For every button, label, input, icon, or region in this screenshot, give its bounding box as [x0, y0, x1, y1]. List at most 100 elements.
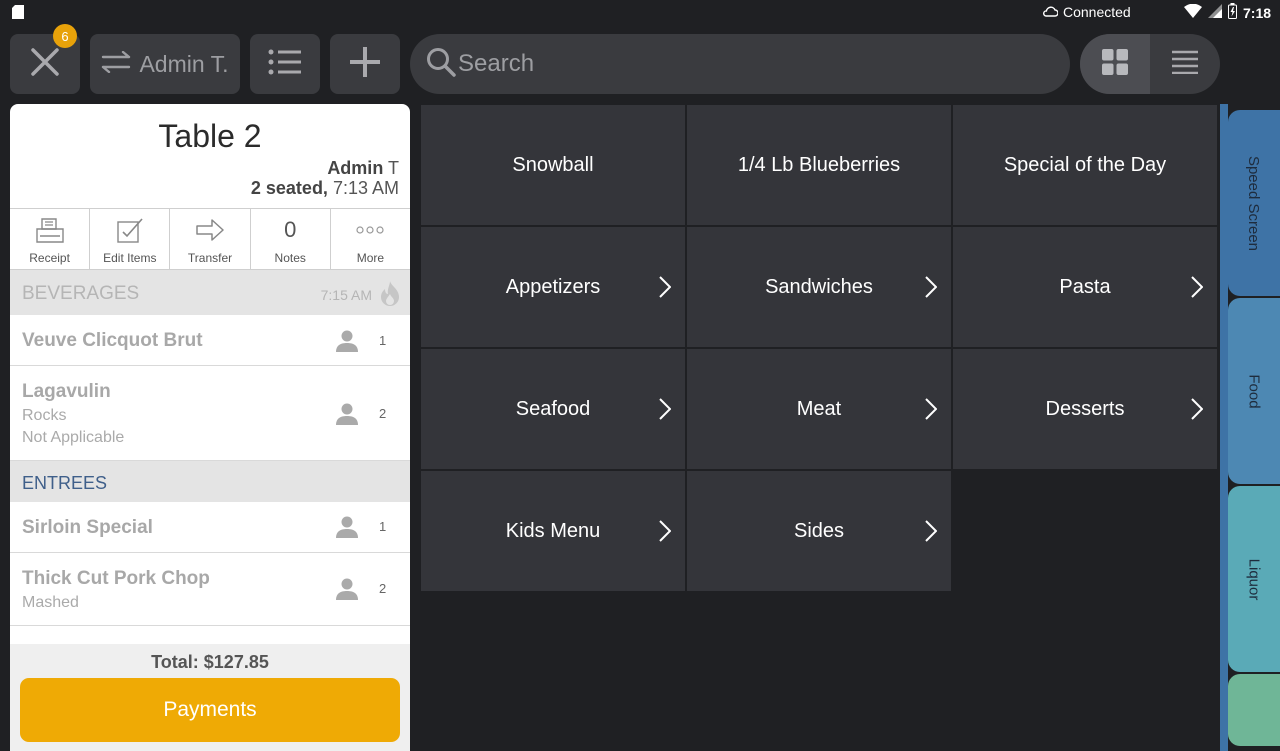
switch-user-button[interactable]: Admin T.	[90, 34, 240, 94]
edit-items-button[interactable]: Edit Items	[90, 209, 171, 269]
order-footer: Total: $127.85 Payments	[10, 644, 410, 751]
person-icon	[335, 578, 359, 605]
list-icon	[268, 49, 302, 80]
receipt-button[interactable]: Receipt	[10, 209, 91, 269]
more-button[interactable]: More	[331, 209, 410, 269]
cloud-icon	[1042, 4, 1059, 20]
order-item[interactable]: Sirloin Special 1	[10, 502, 410, 553]
tab-label: Food	[1245, 373, 1263, 409]
search-input[interactable]	[458, 50, 1038, 78]
plus-icon	[349, 46, 381, 83]
menu-tile-desserts[interactable]: Desserts	[953, 349, 1217, 469]
order-list-button[interactable]	[250, 34, 320, 94]
seated-info: 2 seated, 7:13 AM	[251, 178, 399, 199]
chevron-right-icon	[659, 520, 672, 548]
tab-liquor[interactable]: Liquor	[1228, 486, 1280, 672]
connection-label: Connected	[1063, 4, 1131, 20]
status-bar: Connected 7:18	[0, 0, 1280, 24]
tab-strip	[1220, 104, 1228, 751]
list-lines-icon	[1172, 50, 1198, 79]
chevron-right-icon	[659, 398, 672, 426]
tab-label: Liquor	[1245, 558, 1263, 600]
view-toggle	[1080, 34, 1220, 94]
payments-button[interactable]: Payments	[20, 678, 400, 742]
tile-label: Special of the Day	[1003, 153, 1167, 176]
menu-tile-meat[interactable]: Meat	[687, 349, 951, 469]
server-name: Admin T	[327, 158, 399, 179]
tile-label: 1/4 Lb Blueberries	[737, 153, 901, 176]
tab-extra[interactable]	[1228, 674, 1280, 746]
seated-count: 2 seated,	[250, 178, 328, 198]
section-header-beverages[interactable]: BEVERAGES 7:15 AM	[10, 270, 410, 315]
search-bar[interactable]	[410, 34, 1070, 94]
order-item[interactable]: Veuve Clicquot Brut 1	[10, 315, 410, 366]
system-tray: 7:18	[1184, 3, 1271, 22]
grid-icon	[1102, 48, 1128, 80]
chevron-right-icon	[659, 276, 672, 304]
tile-label: Sandwiches	[765, 275, 873, 298]
open-orders-badge: 6	[53, 24, 77, 48]
order-panel: Table 2 Admin T 2 seated, 7:13 AM Receip…	[10, 104, 410, 751]
notes-button[interactable]: 0 Notes	[251, 209, 331, 269]
seat-number: 2	[379, 581, 387, 596]
tab-food[interactable]: Food	[1228, 298, 1280, 484]
menu-tile-sandwiches[interactable]: Sandwiches	[687, 227, 951, 347]
grid-view-button[interactable]	[1080, 34, 1150, 94]
menu-tile-kids-menu[interactable]: Kids Menu	[421, 471, 685, 591]
order-actions: Receipt Edit Items Transfer 0 Notes More	[10, 208, 410, 270]
clock: 7:18	[1243, 4, 1272, 21]
connection-status: Connected	[1042, 4, 1131, 20]
signal-icon	[1208, 4, 1222, 21]
receipt-label: Receipt	[29, 251, 70, 265]
section-header-entrees[interactable]: ENTREES	[10, 461, 410, 502]
seat-number: 2	[379, 406, 387, 421]
notes-count: 0	[284, 217, 297, 242]
item-modifier: Mashed	[22, 594, 79, 611]
search-icon	[426, 47, 456, 82]
table-title: Table 2	[158, 118, 262, 154]
menu-tile-blueberries[interactable]: 1/4 Lb Blueberries	[687, 105, 951, 225]
new-order-button[interactable]	[330, 34, 400, 94]
order-item[interactable]: Thick Cut Pork Chop Mashed 2	[10, 553, 410, 626]
fire-icon[interactable]	[380, 280, 400, 311]
wifi-icon	[1184, 3, 1202, 21]
transfer-button[interactable]: Transfer	[170, 209, 251, 269]
section-title: BEVERAGES	[22, 283, 140, 304]
more-label: More	[356, 251, 385, 265]
chevron-right-icon	[925, 398, 938, 426]
more-dots-icon	[355, 215, 385, 245]
tile-label: Pasta	[1059, 275, 1111, 298]
chevron-right-icon	[925, 520, 938, 548]
tab-speed-screen[interactable]: Speed Screen	[1228, 110, 1280, 296]
item-modifier: Rocks	[22, 407, 67, 424]
close-order-button[interactable]: 6	[10, 24, 80, 94]
chevron-right-icon	[1191, 398, 1204, 426]
tile-label: Sides	[793, 519, 845, 542]
seated-time: 7:13 AM	[332, 178, 399, 198]
menu-tile-seafood[interactable]: Seafood	[421, 349, 685, 469]
tile-label: Appetizers	[505, 275, 601, 298]
menu-tile-sides[interactable]: Sides	[687, 471, 951, 591]
tile-label: Desserts	[1045, 397, 1125, 420]
order-item[interactable]: Lagavulin Rocks Not Applicable 2	[10, 366, 410, 461]
battery-icon	[1228, 3, 1237, 22]
transfer-label: Transfer	[187, 251, 233, 265]
section-time: 7:15 AM	[320, 287, 372, 303]
menu-tile-appetizers[interactable]: Appetizers	[421, 227, 685, 347]
seat-number: 1	[379, 333, 387, 348]
server-initial: T	[388, 158, 399, 178]
menu-tile-special-of-the-day[interactable]: Special of the Day	[953, 105, 1217, 225]
pos-screen: Connected 7:18 6 Admin T. Search Table 2…	[0, 0, 1280, 751]
item-name: Sirloin Special	[22, 517, 153, 538]
menu-tile-pasta[interactable]: Pasta	[953, 227, 1217, 347]
menu-tile-snowball[interactable]: Snowball	[421, 105, 685, 225]
list-view-button[interactable]	[1150, 34, 1220, 94]
receipt-icon	[35, 215, 64, 245]
edit-items-label: Edit Items	[103, 251, 157, 265]
chevron-right-icon	[925, 276, 938, 304]
edit-icon	[117, 215, 143, 245]
tile-label: Seafood	[515, 397, 591, 420]
section-title: ENTREES	[22, 473, 108, 493]
sd-card-icon	[12, 5, 24, 22]
tile-label: Snowball	[512, 153, 594, 176]
